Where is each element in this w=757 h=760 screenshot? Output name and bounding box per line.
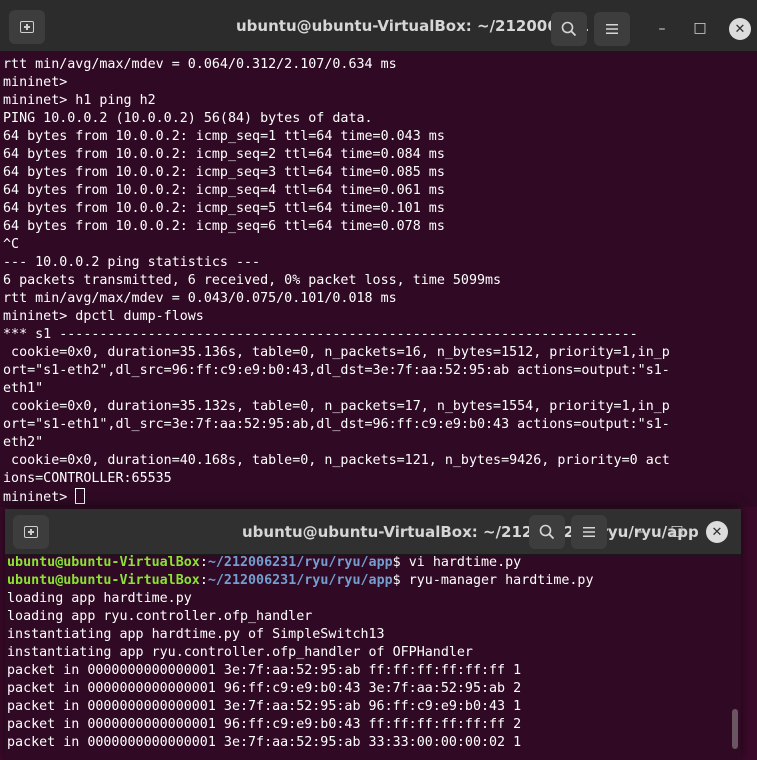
search-button[interactable] [551, 12, 587, 46]
menu-button[interactable] [594, 12, 630, 46]
terminal-line: cookie=0x0, duration=40.168s, table=0, n… [3, 453, 670, 468]
terminal-line: cookie=0x0, duration=35.132s, table=0, n… [3, 399, 670, 414]
terminal-output[interactable]: ubuntu@ubuntu-VirtualBox:~/212006231/ryu… [5, 554, 741, 752]
terminal-window-ryu[interactable]: ubuntu@ubuntu-VirtualBox: ~/212006231/ry… [5, 509, 741, 760]
command-text: vi hardtime.py [400, 555, 522, 570]
terminal-line: PING 10.0.0.2 (10.0.0.2) 56(84) bytes of… [3, 111, 373, 126]
terminal-output[interactable]: rtt min/avg/max/mdev = 0.064/0.312/2.107… [0, 56, 757, 506]
search-icon [561, 21, 577, 37]
new-tab-button[interactable] [9, 10, 45, 44]
terminal-line: rtt min/avg/max/mdev = 0.043/0.075/0.101… [3, 291, 397, 306]
terminal-line: eth2" [3, 435, 44, 450]
terminal-line: *** s1 ---------------------------------… [3, 327, 638, 342]
terminal-line: 6 packets transmitted, 6 received, 0% pa… [3, 273, 502, 288]
titlebar[interactable]: ubuntu@ubuntu-VirtualBox: ~/212006231/ry… [5, 509, 741, 555]
terminal-line: mininet> h1 ping h2 [3, 93, 156, 108]
command-text: ryu-manager hardtime.py [400, 573, 594, 588]
scrollbar[interactable] [732, 709, 738, 749]
terminal-line: packet in 0000000000000001 3e:7f:aa:52:9… [7, 735, 522, 750]
prompt-user-host: ubuntu@ubuntu-VirtualBox [7, 573, 200, 588]
hamburger-icon [606, 24, 618, 34]
terminal-line: mininet> [3, 75, 68, 90]
terminal-window-mininet[interactable]: ubuntu@ubuntu-VirtualBox: ~/212006231 – … [0, 0, 757, 507]
text-cursor [75, 488, 86, 504]
minimize-button[interactable]: – [651, 18, 673, 40]
command-line: ubuntu@ubuntu-VirtualBox:~/212006231/ryu… [7, 572, 741, 590]
menu-button[interactable] [571, 515, 607, 549]
maximize-button[interactable]: □ [666, 520, 688, 542]
terminal-line: 64 bytes from 10.0.0.2: icmp_seq=6 ttl=6… [3, 219, 445, 234]
new-tab-icon [24, 526, 38, 538]
terminal-line: 64 bytes from 10.0.0.2: icmp_seq=5 ttl=6… [3, 201, 445, 216]
terminal-line: packet in 0000000000000001 96:ff:c9:e9:b… [7, 717, 522, 732]
terminal-line: packet in 0000000000000001 96:ff:c9:e9:b… [7, 681, 522, 696]
terminal-line: 64 bytes from 10.0.0.2: icmp_seq=4 ttl=6… [3, 183, 445, 198]
terminal-line: instantiating app ryu.controller.ofp_han… [7, 645, 473, 660]
terminal-line: 64 bytes from 10.0.0.2: icmp_seq=3 ttl=6… [3, 165, 445, 180]
window-title: ubuntu@ubuntu-VirtualBox: ~/212006231 [236, 16, 589, 35]
maximize-button[interactable]: □ [689, 17, 711, 39]
terminal-line: packet in 0000000000000001 3e:7f:aa:52:9… [7, 699, 522, 714]
terminal-line: --- 10.0.0.2 ping statistics --- [3, 255, 261, 270]
new-tab-icon [20, 21, 34, 33]
terminal-line: ^C [3, 237, 20, 252]
terminal-line: ort="s1-eth2",dl_src=96:ff:c9:e9:b0:43,d… [3, 363, 670, 378]
terminal-line: instantiating app hardtime.py of SimpleS… [7, 627, 385, 642]
terminal-line: loading app hardtime.py [7, 591, 192, 606]
close-button[interactable]: ✕ [729, 18, 751, 40]
prompt-separator: : [199, 573, 208, 588]
terminal-line: mininet> dpctl dump-flows [3, 309, 204, 324]
titlebar[interactable]: ubuntu@ubuntu-VirtualBox: ~/212006231 – … [0, 0, 757, 52]
terminal-line: rtt min/avg/max/mdev = 0.064/0.312/2.107… [3, 57, 397, 72]
command-line: ubuntu@ubuntu-VirtualBox:~/212006231/ryu… [7, 554, 741, 572]
terminal-line: cookie=0x0, duration=35.136s, table=0, n… [3, 345, 670, 360]
prompt-symbol: $ [392, 573, 401, 588]
search-button[interactable] [529, 515, 565, 549]
prompt-path: ~/212006231/ryu/ryu/app [207, 555, 393, 570]
prompt-line: mininet> [3, 488, 757, 506]
prompt-user-host: ubuntu@ubuntu-VirtualBox [7, 555, 200, 570]
terminal-line: ions=CONTROLLER:65535 [3, 471, 172, 486]
prompt-text: mininet> [3, 490, 76, 505]
terminal-line: packet in 0000000000000001 3e:7f:aa:52:9… [7, 663, 522, 678]
terminal-line: loading app ryu.controller.ofp_handler [7, 609, 313, 624]
hamburger-icon [583, 527, 595, 537]
close-button[interactable]: ✕ [706, 521, 728, 543]
prompt-separator: : [199, 555, 208, 570]
prompt-symbol: $ [392, 555, 401, 570]
terminal-line: eth1" [3, 381, 44, 396]
terminal-line: 64 bytes from 10.0.0.2: icmp_seq=1 ttl=6… [3, 129, 445, 144]
prompt-path: ~/212006231/ryu/ryu/app [207, 573, 393, 588]
terminal-line: 64 bytes from 10.0.0.2: icmp_seq=2 ttl=6… [3, 147, 445, 162]
search-icon [539, 524, 555, 540]
minimize-button[interactable]: – [629, 521, 651, 543]
terminal-line: ort="s1-eth1",dl_src=3e:7f:aa:52:95:ab,d… [3, 417, 670, 432]
new-tab-button[interactable] [13, 515, 49, 549]
